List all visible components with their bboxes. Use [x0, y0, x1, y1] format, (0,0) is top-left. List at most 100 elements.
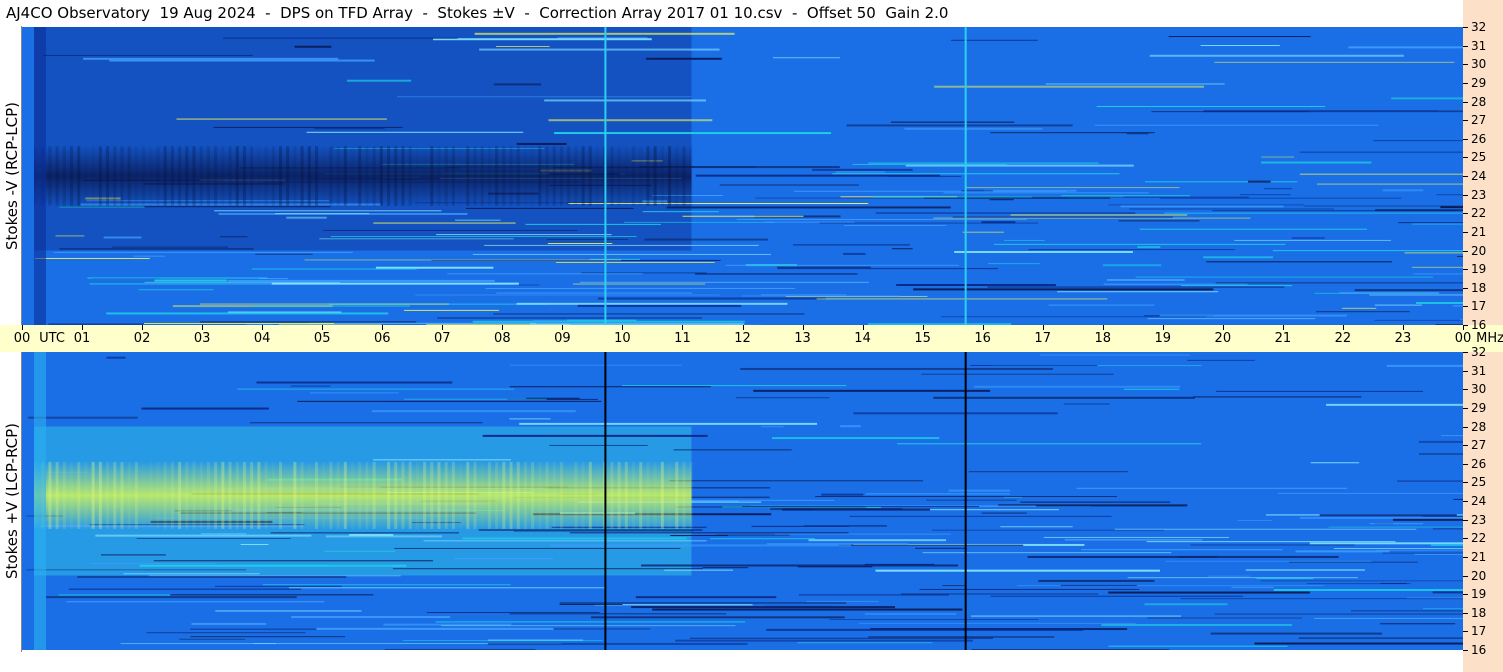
interference-streak [1215, 282, 1463, 284]
storm-striation [106, 461, 110, 529]
interference-streak [1004, 239, 1045, 241]
interference-streak [1339, 291, 1439, 294]
interference-streak [948, 489, 1010, 492]
storm-striation [588, 146, 592, 206]
storm-striation [625, 146, 628, 206]
storm-striation [509, 146, 513, 206]
storm-striation [423, 461, 427, 529]
interference-streak [1386, 364, 1463, 367]
interference-streak [109, 59, 375, 62]
storm-striation [415, 461, 419, 529]
storm-striation [48, 146, 52, 206]
storm-striation [308, 462, 311, 529]
interference-streak [1137, 246, 1161, 249]
storm-striation [358, 461, 362, 529]
interference-streak [493, 83, 542, 86]
interference-streak [642, 211, 719, 213]
interference-streak [547, 243, 613, 245]
storm-striation [343, 146, 347, 206]
interference-streak [1159, 197, 1402, 199]
interference-streak [1432, 591, 1463, 594]
time-tick [742, 325, 744, 330]
storm-striation [206, 146, 210, 206]
interference-streak [45, 596, 297, 599]
interference-streak [1298, 637, 1463, 639]
time-tick [1342, 325, 1344, 330]
storm-striation [538, 461, 542, 529]
interference-streak [1214, 61, 1455, 63]
interference-streak [1060, 584, 1137, 586]
storm-striation [545, 461, 549, 529]
interference-streak [309, 392, 399, 394]
interference-streak [1048, 304, 1155, 306]
interference-streak [1200, 45, 1280, 47]
storm-striation [574, 461, 578, 529]
storm-striation [596, 462, 599, 529]
interference-streak [271, 282, 519, 285]
interference-streak [1398, 222, 1463, 224]
storm-striation [574, 146, 578, 206]
freq-tick [1463, 27, 1468, 28]
interference-streak [1309, 542, 1463, 545]
interference-streak [472, 253, 771, 255]
storm-striation [142, 146, 146, 206]
interference-streak [954, 250, 1133, 253]
interference-streak [1127, 577, 1358, 579]
interference-streak [761, 294, 847, 296]
interference-streak [403, 398, 547, 400]
interference-streak [437, 317, 703, 319]
storm-striation [639, 461, 643, 529]
freq-tick-label: 21 [1471, 224, 1487, 239]
interference-streak [868, 162, 1099, 164]
interference-streak [1328, 526, 1463, 528]
interference-streak [858, 622, 1136, 624]
interference-streak [548, 119, 713, 122]
interference-streak [123, 573, 260, 575]
frequency-axis-bottom: 32 31 30 29 28 27 26 25 24 23 22 21 20 19 18 17 16 [1463, 346, 1503, 672]
spectrogram-stokes-plus-v [22, 352, 1463, 650]
interference-streak [875, 212, 1136, 214]
interference-streak [200, 533, 247, 535]
interference-streak [138, 289, 214, 291]
time-tick-label: 21 [1274, 331, 1292, 346]
interference-streak [179, 638, 245, 640]
time-tick-label: 10 [614, 331, 631, 346]
interference-streak [1413, 273, 1463, 275]
storm-striation [98, 461, 102, 529]
interference-streak [901, 593, 1099, 595]
freq-tick [1463, 482, 1468, 484]
storm-striation [113, 461, 117, 529]
storm-striation [668, 146, 672, 206]
interference-streak [1374, 319, 1463, 321]
storm-striation [610, 461, 614, 529]
time-tick-label: 22 [1334, 331, 1352, 346]
storm-striation [487, 146, 491, 206]
storm-striation [502, 146, 506, 206]
interference-streak [1369, 294, 1463, 296]
interference-streak [1291, 237, 1325, 239]
interference-streak [436, 234, 612, 236]
interference-streak [1135, 276, 1434, 278]
interference-streak [922, 552, 1172, 554]
storm-striation [437, 461, 441, 529]
interference-streak [288, 587, 606, 589]
storm-striation [567, 462, 570, 529]
interference-streak [1147, 318, 1316, 320]
interference-streak [59, 248, 254, 250]
interference-streak [309, 322, 537, 324]
interference-streak [223, 37, 458, 39]
interference-streak [516, 302, 788, 305]
interference-streak [154, 279, 227, 282]
time-tick-label: 15 [914, 331, 931, 346]
interference-streak [455, 219, 501, 221]
interference-streak [304, 259, 622, 261]
interference-streak [1057, 291, 1219, 293]
freq-tick [1463, 101, 1468, 103]
storm-striation [459, 462, 462, 529]
interference-streak [1412, 266, 1463, 268]
interference-streak [1245, 569, 1365, 572]
storm-striation [156, 146, 160, 206]
storm-striation [401, 146, 405, 206]
interference-streak [544, 99, 707, 102]
storm-striation [134, 146, 138, 206]
